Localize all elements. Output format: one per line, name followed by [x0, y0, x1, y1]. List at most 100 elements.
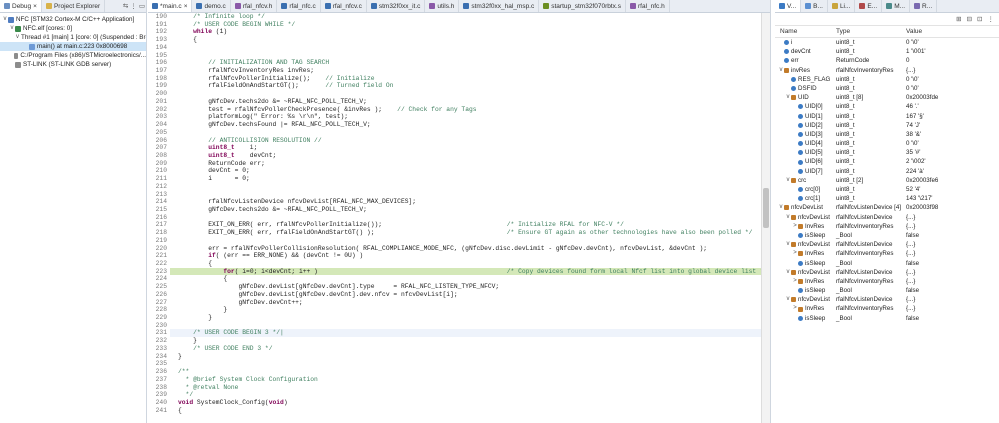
code-text[interactable]: } [170, 314, 761, 322]
line-number[interactable]: 223 [148, 268, 170, 276]
variable-value[interactable]: {...} [904, 66, 999, 75]
code-text[interactable]: devCnt = 0; [170, 167, 761, 175]
remove-terminated-icon[interactable]: ⇆ [122, 2, 129, 10]
code-text[interactable] [170, 44, 761, 52]
code-text[interactable]: if( (err == ERR_NONE) && (devCnt != 0U) … [170, 252, 761, 260]
editor-tab[interactable]: rfal_nfc.h [626, 0, 670, 12]
variable-row[interactable]: crc[0] uint8_t 52 '4' [775, 185, 999, 194]
line-number[interactable]: 209 [148, 160, 170, 168]
line-number[interactable]: 238 [148, 384, 170, 392]
line-number[interactable]: 222 [148, 260, 170, 268]
line-number[interactable]: 230 [148, 322, 170, 330]
variable-row[interactable]: UID[5] uint8_t 35 '#' [775, 148, 999, 157]
variable-row[interactable]: isSleep _Bool false [775, 259, 999, 268]
line-number[interactable]: 192 [148, 28, 170, 36]
code-text[interactable]: gNfcDev.techs2do &= ~RFAL_NFC_POLL_TECH_… [170, 98, 761, 106]
variables-view-tab[interactable]: M... [882, 0, 911, 12]
tab-project-explorer[interactable]: Project Explorer [42, 0, 106, 12]
variable-value[interactable]: {...} [904, 213, 999, 222]
line-number[interactable]: 197 [148, 67, 170, 75]
variable-value[interactable]: {...} [904, 268, 999, 277]
expand-toggle-icon[interactable]: v [16, 33, 19, 42]
variable-value[interactable]: 0 [904, 56, 999, 65]
line-number[interactable]: 231 [148, 329, 170, 337]
line-number[interactable]: 237 [148, 376, 170, 384]
variables-view-tab[interactable]: Li... [828, 0, 856, 12]
line-number[interactable]: 212 [148, 183, 170, 191]
variable-row[interactable]: > InvRes rfalNfcvInventoryRes {...} [775, 222, 999, 231]
editor-tab[interactable]: utils.h [425, 0, 460, 12]
line-number[interactable]: 201 [148, 98, 170, 106]
code-text[interactable]: { [170, 275, 761, 283]
line-number[interactable]: 200 [148, 90, 170, 98]
line-number[interactable]: 191 [148, 21, 170, 29]
line-number[interactable]: 234 [148, 353, 170, 361]
collapse-all-icon[interactable]: ⊡ [976, 15, 983, 23]
line-number[interactable]: 198 [148, 75, 170, 83]
column-name[interactable]: Name [775, 28, 834, 35]
code-text[interactable]: * @brief System Clock Configuration [170, 376, 761, 384]
variable-value[interactable]: 52 '4' [904, 185, 999, 194]
code-text[interactable]: err = rfalNfcvPollerCollisionResolution(… [170, 245, 761, 253]
close-icon[interactable]: × [33, 0, 37, 12]
code-text[interactable]: uint8_t i; [170, 144, 761, 152]
variable-value[interactable]: {...} [904, 222, 999, 231]
code-text[interactable]: for( i=0; i<devCnt; i++ ) /* Copy device… [170, 267, 761, 276]
code-text[interactable] [170, 237, 761, 245]
debug-tree-item[interactable]: main() at main.c:223 0x8000698 [0, 42, 146, 51]
variable-value[interactable]: 0x20003fde [904, 93, 999, 102]
code-text[interactable]: } [170, 353, 761, 361]
code-text[interactable] [170, 183, 761, 191]
variable-value[interactable]: 143 '\217' [904, 194, 999, 203]
code-text[interactable]: gNfcDev.techs2do &= ~RFAL_NFC_POLL_TECH_… [170, 206, 761, 214]
editor-tab[interactable]: rfal_nfcv.c [321, 0, 367, 12]
variable-value[interactable]: 38 '&' [904, 130, 999, 139]
code-text[interactable] [170, 322, 761, 330]
variable-row[interactable]: err ReturnCode 0 [775, 56, 999, 65]
line-number[interactable]: 220 [148, 245, 170, 253]
variable-row[interactable]: > InvRes rfalNfcvInventoryRes {...} [775, 249, 999, 258]
variable-row[interactable]: UID[6] uint8_t 2 '\002' [775, 157, 999, 166]
variable-row[interactable]: v nfcvDevList rfalNfcvListenDevice {...} [775, 268, 999, 277]
editor-tab[interactable]: startup_stm32f070rbtx.s [539, 0, 626, 12]
line-number[interactable]: 235 [148, 360, 170, 368]
code-text[interactable]: gNfcDev.devList[gNfcDev.devCnt].dev.nfcv… [170, 291, 761, 299]
code-text[interactable]: EXIT_ON_ERR( err, rfalNfcvPollerInitiali… [170, 221, 761, 229]
code-text[interactable]: rfalNfcvListenDevice nfcvDevList[RFAL_NF… [170, 198, 761, 206]
variable-row[interactable]: UID[7] uint8_t 224 'à' [775, 167, 999, 176]
close-icon[interactable]: × [184, 0, 188, 12]
variable-row[interactable]: crc[1] uint8_t 143 '\217' [775, 194, 999, 203]
variable-row[interactable]: v nfcvDevList rfalNfcvListenDevice {...} [775, 213, 999, 222]
variable-row[interactable]: isSleep _Bool false [775, 286, 999, 295]
line-number[interactable]: 205 [148, 129, 170, 137]
line-number[interactable]: 202 [148, 106, 170, 114]
line-number[interactable]: 203 [148, 113, 170, 121]
line-number[interactable]: 195 [148, 52, 170, 60]
line-number[interactable]: 217 [148, 221, 170, 229]
variable-value[interactable]: 1 '\001' [904, 47, 999, 56]
code-text[interactable]: * @retval None [170, 384, 761, 392]
view-menu-icon[interactable]: ⋮ [987, 15, 996, 23]
variable-value[interactable]: {...} [904, 277, 999, 286]
variable-row[interactable]: UID[3] uint8_t 38 '&' [775, 130, 999, 139]
code-text[interactable] [170, 360, 761, 368]
code-text[interactable]: void SystemClock_Config(void) [170, 399, 761, 407]
line-number[interactable]: 221 [148, 252, 170, 260]
line-number[interactable]: 218 [148, 229, 170, 237]
code-text[interactable] [170, 52, 761, 60]
line-number[interactable]: 241 [148, 407, 170, 415]
code-text[interactable]: while (1) [170, 28, 761, 36]
code-text[interactable] [170, 90, 761, 98]
line-number[interactable]: 207 [148, 144, 170, 152]
show-logical-structure-icon[interactable]: ⊟ [966, 15, 973, 23]
editor-tab[interactable]: stm32f0xx_hal_msp.c [459, 0, 540, 12]
line-number[interactable]: 236 [148, 368, 170, 376]
line-number[interactable]: 211 [148, 175, 170, 183]
variable-row[interactable]: i uint8_t 0 '\0' [775, 38, 999, 47]
code-text[interactable] [170, 129, 761, 137]
variable-row[interactable]: v UID uint8_t [8] 0x20003fde [775, 93, 999, 102]
variables-view-tab[interactable]: R... [910, 0, 938, 12]
variable-value[interactable]: false [904, 259, 999, 268]
variable-value[interactable]: false [904, 286, 999, 295]
variable-row[interactable]: UID[0] uint8_t 46 '.' [775, 102, 999, 111]
